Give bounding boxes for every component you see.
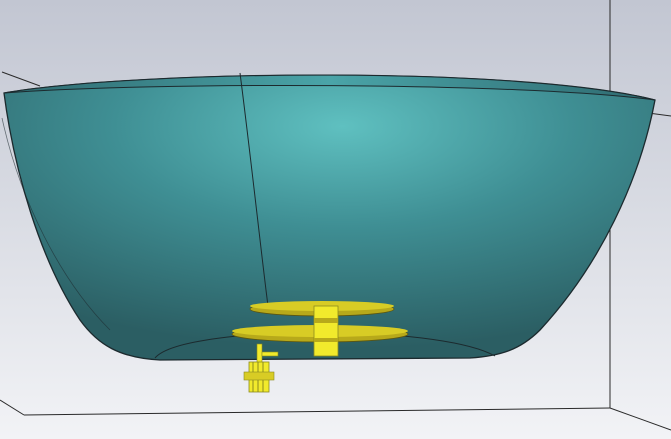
3d-scene[interactable]	[0, 0, 671, 439]
3d-viewport[interactable]	[0, 0, 671, 439]
